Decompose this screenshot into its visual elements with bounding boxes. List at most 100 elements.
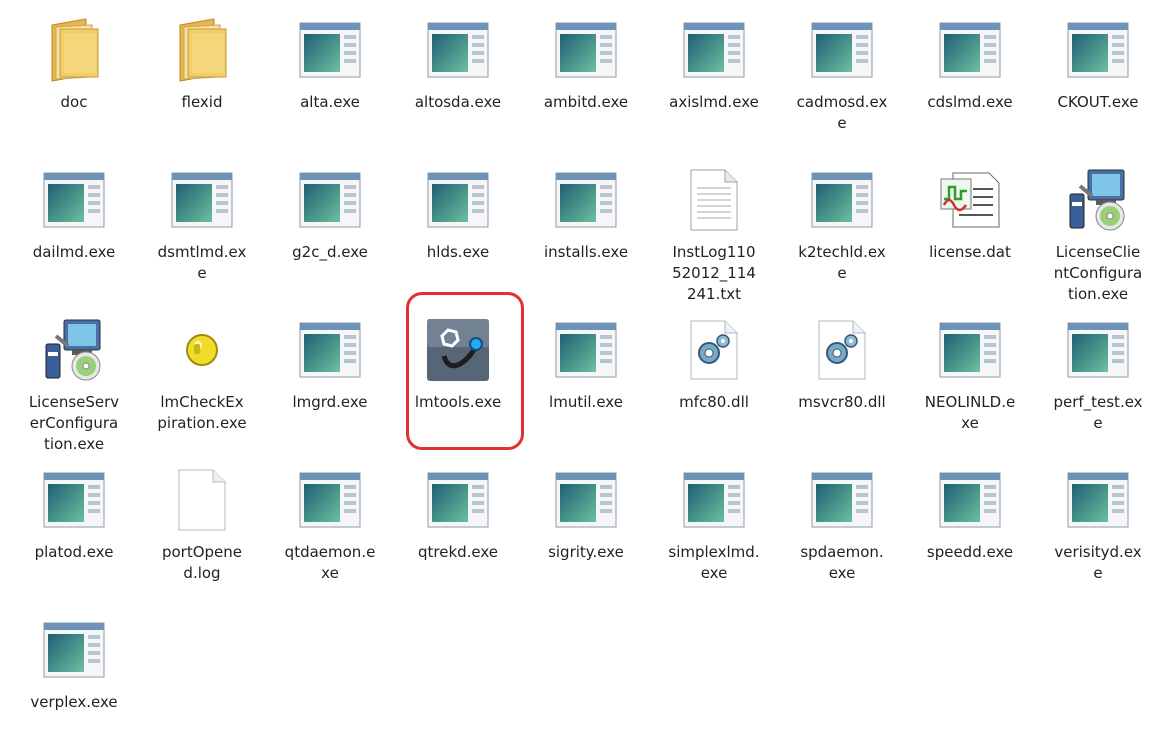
- file-label: LicenseServerConfiguration.exe: [28, 393, 120, 453]
- app-window-icon: [1062, 14, 1134, 86]
- file-label: dsmtlmd.exe: [157, 243, 247, 282]
- app-window-icon: [550, 14, 622, 86]
- file-label: InstLog11052012_114241.txt: [672, 243, 756, 303]
- file-item-dailmd-exe[interactable]: dailmd.exe: [10, 156, 138, 306]
- file-label: platod.exe: [34, 543, 114, 561]
- file-label: mfc80.dll: [679, 393, 749, 411]
- file-item-lmtools-exe[interactable]: lmtools.exe: [394, 292, 524, 456]
- app-window-icon: [294, 14, 366, 86]
- file-item-alta-exe[interactable]: alta.exe: [266, 6, 394, 156]
- file-item-license-dat[interactable]: license.dat: [906, 156, 1034, 306]
- app-window-icon: [934, 464, 1006, 536]
- file-label: perf_test.exe: [1053, 393, 1143, 432]
- app-window-icon: [422, 164, 494, 236]
- file-label: cadmosd.exe: [796, 93, 888, 132]
- file-label: installs.exe: [543, 243, 629, 261]
- app-window-icon: [422, 464, 494, 536]
- file-label: simplexlmd.exe: [668, 543, 760, 582]
- file-item-ambitd-exe[interactable]: ambitd.exe: [522, 6, 650, 156]
- file-item-axislmd-exe[interactable]: axislmd.exe: [650, 6, 778, 156]
- file-label: cdslmd.exe: [927, 93, 1013, 111]
- file-item-portopened-log[interactable]: portOpened.log: [138, 456, 266, 606]
- file-item-neolinld-exe[interactable]: NEOLINLD.exe: [906, 306, 1034, 456]
- app-window-icon: [806, 14, 878, 86]
- file-label: dailmd.exe: [32, 243, 116, 261]
- app-window-icon: [294, 164, 366, 236]
- file-item-ckout-exe[interactable]: CKOUT.exe: [1034, 6, 1162, 156]
- app-window-icon: [550, 314, 622, 386]
- app-window-icon: [38, 164, 110, 236]
- file-label: qtdaemon.exe: [284, 543, 376, 582]
- file-label: lmCheckExpiration.exe: [157, 393, 247, 432]
- file-item-lmgrd-exe[interactable]: lmgrd.exe: [266, 306, 394, 456]
- file-item-msvcr80-dll[interactable]: msvcr80.dll: [778, 306, 906, 456]
- license-file-icon: [934, 164, 1006, 236]
- file-item-perf-test-exe[interactable]: perf_test.exe: [1034, 306, 1162, 456]
- file-label: spdaemon.exe: [800, 543, 884, 582]
- file-item-instlog11052012-114241-txt[interactable]: InstLog11052012_114241.txt: [650, 156, 778, 306]
- file-label: doc: [60, 93, 88, 111]
- app-window-icon: [550, 164, 622, 236]
- file-icon-grid: doc flexid alta.exe altosda.exe ambitd.e…: [10, 6, 1162, 756]
- file-item-altosda-exe[interactable]: altosda.exe: [394, 6, 522, 156]
- file-label: msvcr80.dll: [798, 393, 886, 411]
- file-item-hlds-exe[interactable]: hlds.exe: [394, 156, 522, 306]
- file-label: license.dat: [929, 243, 1011, 261]
- file-label: CKOUT.exe: [1057, 93, 1139, 111]
- file-label: axislmd.exe: [669, 93, 759, 111]
- file-label: verplex.exe: [30, 693, 118, 711]
- file-item-qtrekd-exe[interactable]: qtrekd.exe: [394, 456, 522, 606]
- file-item-sigrity-exe[interactable]: sigrity.exe: [522, 456, 650, 606]
- file-label: altosda.exe: [414, 93, 502, 111]
- file-label: LicenseClientConfiguration.exe: [1053, 243, 1143, 303]
- file-label: qtrekd.exe: [417, 543, 499, 561]
- file-item-lmcheckexpiration-exe[interactable]: lmCheckExpiration.exe: [138, 306, 266, 456]
- file-label: verisityd.exe: [1054, 543, 1142, 582]
- file-item-cdslmd-exe[interactable]: cdslmd.exe: [906, 6, 1034, 156]
- file-item-verisityd-exe[interactable]: verisityd.exe: [1034, 456, 1162, 606]
- app-window-icon: [550, 464, 622, 536]
- file-item-simplexlmd-exe[interactable]: simplexlmd.exe: [650, 456, 778, 606]
- file-item-spdaemon-exe[interactable]: spdaemon.exe: [778, 456, 906, 606]
- app-window-icon: [678, 464, 750, 536]
- lock-icon: [166, 314, 238, 386]
- file-label: g2c_d.exe: [292, 243, 368, 261]
- file-item-cadmosd-exe[interactable]: cadmosd.exe: [778, 6, 906, 156]
- file-item-dsmtlmd-exe[interactable]: dsmtlmd.exe: [138, 156, 266, 306]
- file-item-g2c-d-exe[interactable]: g2c_d.exe: [266, 156, 394, 306]
- file-label: lmtools.exe: [414, 393, 502, 411]
- file-item-licenseclientconfiguration-exe[interactable]: LicenseClientConfiguration.exe: [1034, 156, 1162, 306]
- file-label: flexid: [181, 93, 223, 111]
- app-window-icon: [294, 464, 366, 536]
- file-item-platod-exe[interactable]: platod.exe: [10, 456, 138, 606]
- file-label: k2techld.exe: [798, 243, 886, 282]
- app-window-icon: [422, 14, 494, 86]
- folder-icon: [38, 14, 110, 86]
- app-window-icon: [294, 314, 366, 386]
- file-label: ambitd.exe: [543, 93, 629, 111]
- file-item-flexid[interactable]: flexid: [138, 6, 266, 156]
- app-window-icon: [806, 164, 878, 236]
- file-item-k2techld-exe[interactable]: k2techld.exe: [778, 156, 906, 306]
- dll-gear-icon: [806, 314, 878, 386]
- file-item-licenseserverconfiguration-exe[interactable]: LicenseServerConfiguration.exe: [10, 306, 138, 456]
- app-window-icon: [1062, 314, 1134, 386]
- app-window-icon: [166, 164, 238, 236]
- app-window-icon: [1062, 464, 1134, 536]
- file-label: lmgrd.exe: [292, 393, 368, 411]
- file-label: alta.exe: [300, 93, 360, 111]
- file-item-verplex-exe[interactable]: verplex.exe: [10, 606, 138, 756]
- app-window-icon: [38, 464, 110, 536]
- file-item-lmutil-exe[interactable]: lmutil.exe: [522, 306, 650, 456]
- installer-icon: [1062, 164, 1134, 236]
- lmtools-icon: [422, 314, 494, 386]
- file-item-doc[interactable]: doc: [10, 6, 138, 156]
- installer-icon: [38, 314, 110, 386]
- app-window-icon: [934, 314, 1006, 386]
- file-item-installs-exe[interactable]: installs.exe: [522, 156, 650, 306]
- file-item-mfc80-dll[interactable]: mfc80.dll: [650, 306, 778, 456]
- file-item-speedd-exe[interactable]: speedd.exe: [906, 456, 1034, 606]
- file-item-qtdaemon-exe[interactable]: qtdaemon.exe: [266, 456, 394, 606]
- app-window-icon: [38, 614, 110, 686]
- file-label: hlds.exe: [426, 243, 490, 261]
